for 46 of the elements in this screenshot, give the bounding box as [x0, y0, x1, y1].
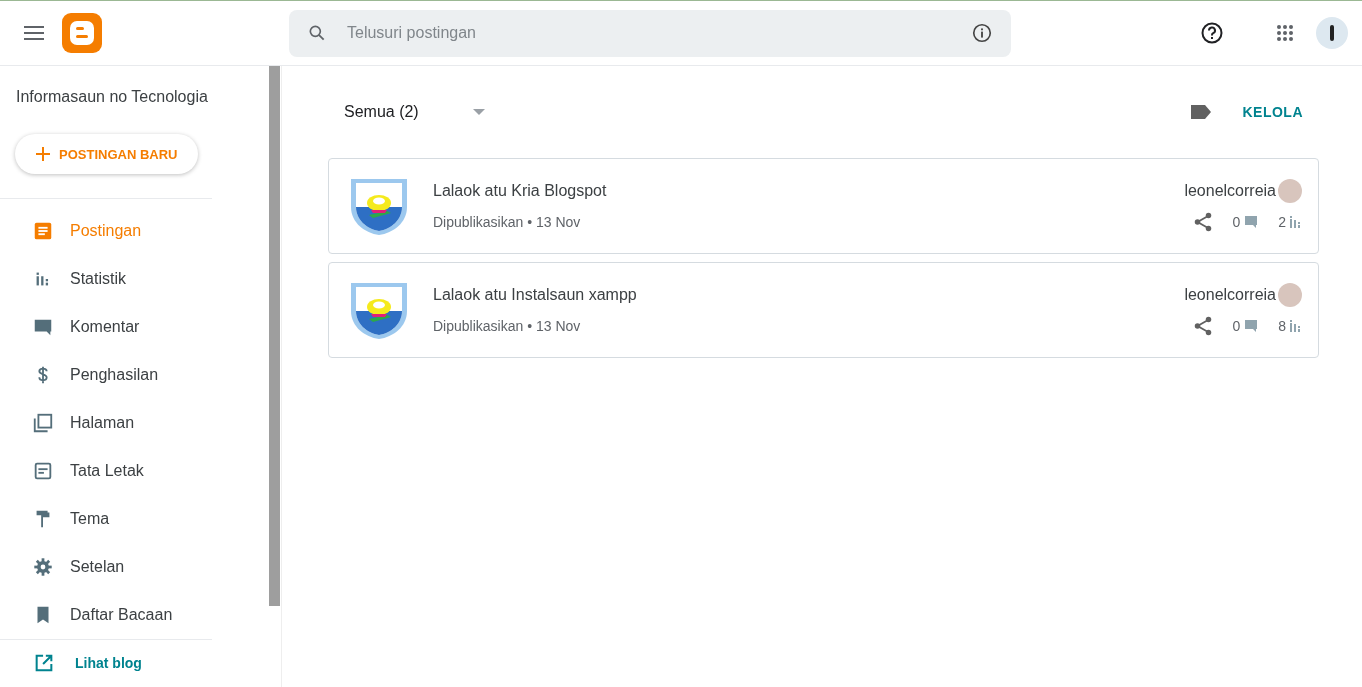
scrollbar[interactable] — [269, 66, 280, 606]
post-title[interactable]: Lalaok atu Instalsaun xampp — [433, 286, 1185, 304]
view-count: 8 — [1278, 318, 1286, 334]
sidebar-item[interactable]: Tata Letak — [0, 447, 212, 495]
comment-count: 0 — [1232, 318, 1241, 334]
bar-chart-icon — [1290, 320, 1302, 332]
post-status: Dipublikasikan • 13 Nov — [433, 214, 582, 230]
author-avatar — [1278, 283, 1302, 307]
comment-icon — [1244, 319, 1259, 333]
layout-icon — [32, 460, 54, 482]
sidebar-item[interactable]: Tema — [0, 495, 212, 543]
label-icon[interactable] — [1190, 104, 1213, 120]
sidebar-item[interactable]: Penghasilan — [0, 351, 212, 399]
view-count: 2 — [1278, 214, 1286, 230]
apps-grid-icon[interactable] — [1276, 24, 1294, 42]
sidebar-item[interactable]: Komentar — [0, 303, 212, 351]
comment-count: 0 — [1232, 214, 1241, 230]
bar-chart-icon — [1290, 216, 1302, 228]
filter-dropdown[interactable]: Semua (2) — [344, 103, 485, 121]
post-status: Dipublikasikan • 13 Nov — [433, 318, 582, 334]
document-icon — [32, 220, 54, 242]
sidebar-item[interactable]: Daftar Bacaan — [0, 591, 212, 639]
help-icon[interactable] — [1200, 21, 1224, 45]
logo-icon[interactable] — [62, 13, 102, 53]
menu-icon[interactable] — [24, 26, 44, 40]
info-icon[interactable] — [971, 21, 993, 44]
search-field[interactable]: Telusuri postingan — [289, 9, 1011, 57]
post-card[interactable]: Lalaok atu Instalsaun xampp Dipublikasikan • 13 Nov leonelcorreia 0 8 — [328, 262, 1319, 358]
plus-icon — [36, 147, 50, 161]
external-link-icon — [33, 652, 55, 674]
author-avatar — [1278, 179, 1302, 203]
dropdown-caret-icon — [472, 109, 485, 115]
blog-selector[interactable]: Informasaun no Tecnologia — [0, 66, 212, 106]
post-title[interactable]: Lalaok atu Kria Blogspot — [433, 182, 1185, 200]
author-name: leonelcorreia — [1184, 286, 1276, 304]
pages-icon — [32, 412, 54, 434]
view-blog-link[interactable]: Lihat blog — [0, 640, 212, 674]
sidebar-item[interactable]: Setelan — [0, 543, 212, 591]
avatar[interactable] — [1316, 17, 1348, 49]
sidebar-item[interactable]: Statistik — [0, 255, 212, 303]
comment-icon — [1244, 215, 1259, 229]
post-card[interactable]: Lalaok atu Kria Blogspot Dipublikasikan • 13 Nov leonelcorreia 0 2 — [328, 158, 1319, 254]
gear-icon — [32, 556, 54, 578]
author-name: leonelcorreia — [1184, 182, 1276, 200]
sidebar-item[interactable]: Halaman — [0, 399, 212, 447]
manage-button[interactable]: KELOLA — [1242, 104, 1303, 120]
